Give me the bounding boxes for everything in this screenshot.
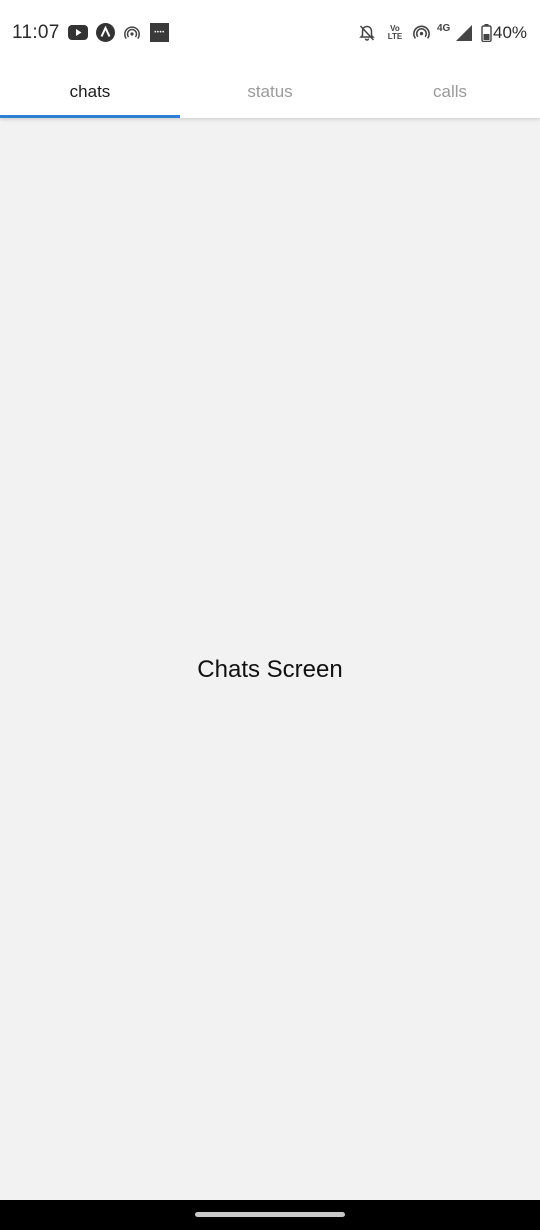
tab-chats-label: chats: [69, 82, 111, 101]
battery-percent: 40%: [493, 23, 528, 42]
app-screen: 11:07 •••• Vo LTE 4G 40% chats status ca…: [0, 0, 540, 1230]
tab-chats[interactable]: chats: [0, 66, 180, 118]
tab-status[interactable]: status: [180, 66, 360, 118]
hotspot-icon: [413, 25, 430, 40]
tab-bar: chats status calls: [0, 66, 540, 118]
youtube-icon: [68, 25, 88, 40]
tab-calls[interactable]: calls: [360, 66, 540, 118]
network-type: 4G: [437, 23, 451, 34]
hotspot-icon: [124, 26, 140, 40]
tab-calls-label: calls: [432, 82, 467, 101]
tab-indicator: [0, 115, 180, 118]
app-badge-icon: ••••: [150, 23, 169, 42]
app-lambda-icon: [96, 23, 115, 42]
home-gesture-handle[interactable]: [195, 1212, 345, 1217]
bell-off-icon: [358, 24, 376, 42]
screen-title: Chats Screen: [197, 656, 343, 683]
volte-icon: Vo LTE: [384, 22, 406, 44]
status-bar: 11:07 •••• Vo LTE 4G 40%: [0, 0, 540, 66]
volte-bottom-text: LTE: [387, 32, 403, 41]
battery-icon: [481, 24, 492, 42]
signal-icon: [455, 24, 473, 42]
tab-status-label: status: [247, 82, 293, 101]
status-time: 11:07: [12, 22, 60, 43]
navigation-bar: [0, 1200, 540, 1230]
app-badge-text: ••••: [154, 29, 165, 36]
